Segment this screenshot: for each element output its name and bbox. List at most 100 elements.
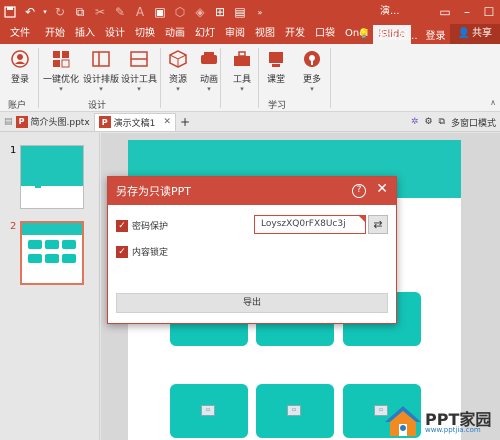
- doc-tab-presentation1[interactable]: P 演示文稿1 ✕: [93, 112, 176, 131]
- settings-icon[interactable]: ⚙: [424, 117, 432, 127]
- dialog-header: 另存为只读PPT ? ✕: [108, 177, 396, 205]
- grid-icon[interactable]: ⊞: [210, 0, 230, 24]
- group-divider: [330, 48, 331, 108]
- document-tabs: ▤ P 简介头图.pptx P 演示文稿1 ✕ + ✲ ⚙ ⧉ 多窗口模式: [0, 112, 500, 132]
- shape-dropdown-icon[interactable]: ◈: [190, 0, 210, 24]
- copy-icon[interactable]: ⧉: [70, 0, 90, 24]
- presenter-icon[interactable]: ▤: [230, 0, 250, 24]
- password-protect-option[interactable]: ✓ 密码保护: [116, 219, 168, 232]
- layout-icon: [90, 48, 112, 70]
- group-label-learn: 学习: [268, 101, 287, 111]
- slide-thumbnail-panel: 1 2: [0, 133, 100, 440]
- cut-icon[interactable]: ✂: [90, 0, 110, 24]
- collapse-ribbon-icon[interactable]: ∧: [490, 98, 496, 107]
- redo-icon[interactable]: ↻: [50, 0, 70, 24]
- maximize-icon[interactable]: ☐: [478, 0, 500, 24]
- shapes-icon[interactable]: ⬡: [170, 0, 190, 24]
- house-logo-icon: [385, 406, 421, 436]
- password-protect-checkbox[interactable]: ✓: [116, 219, 128, 232]
- thumb-pointer: [35, 184, 41, 188]
- thumb-card: [62, 240, 76, 249]
- tools-grid-icon: [128, 48, 150, 70]
- tab-review[interactable]: 审阅: [220, 24, 250, 44]
- window-title: 演...: [380, 6, 400, 17]
- thumb-card: [28, 240, 42, 249]
- tab-view[interactable]: 视图: [250, 24, 280, 44]
- font-color-icon[interactable]: A: [130, 0, 150, 24]
- regenerate-password-button[interactable]: ⇄: [368, 215, 388, 234]
- fill-icon[interactable]: ▣: [150, 0, 170, 24]
- more-icon: [301, 48, 323, 70]
- ribbon-panel: 登录 账户 一键优化 ▾ 设计排版 ▾ 设计工具 ▾ 设计 资源 ▾ 动画 ▾ …: [0, 44, 500, 112]
- undo-dropdown-icon[interactable]: ▾: [40, 0, 50, 24]
- thumb-card: [45, 254, 59, 263]
- chevron-down-icon: ▾: [310, 85, 314, 93]
- group-label-design: 设计: [88, 101, 107, 111]
- group-divider: [220, 48, 221, 108]
- thumb-header: [22, 223, 82, 235]
- share-button[interactable]: 👤 共享: [449, 24, 500, 44]
- password-field[interactable]: LoyszXQ0rFX8Uc3j: [254, 215, 366, 234]
- field-corner-marker: [359, 216, 365, 222]
- close-icon[interactable]: ✕: [376, 181, 388, 197]
- pen-icon[interactable]: ✎: [110, 0, 130, 24]
- login-link[interactable]: 登录: [422, 27, 450, 42]
- more-button[interactable]: 更多 ▾: [292, 46, 332, 96]
- tab-design[interactable]: 设计: [100, 24, 130, 44]
- tab-developer[interactable]: 开发: [280, 24, 310, 44]
- multi-window-mode-button[interactable]: 多窗口模式: [451, 116, 496, 129]
- content-lock-checkbox[interactable]: ✓: [116, 245, 128, 258]
- minimize-icon[interactable]: –: [456, 0, 478, 24]
- pin-icon[interactable]: ✲: [411, 117, 419, 127]
- tab-slideshow[interactable]: 幻灯: [190, 24, 220, 44]
- toolbox-icon: [231, 48, 253, 70]
- one-click-optimize-button[interactable]: 一键优化 ▾: [41, 46, 81, 96]
- design-layout-button[interactable]: 设计排版 ▾: [81, 46, 121, 96]
- tab-file[interactable]: 文件: [0, 24, 40, 44]
- title-bar: ↶ ▾ ↻ ⧉ ✂ ✎ A ▣ ⬡ ◈ ⊞ ▤ » 演... ▭ – ☐: [0, 0, 500, 24]
- animation-icon: [198, 48, 220, 70]
- classroom-button[interactable]: 课堂: [256, 46, 296, 96]
- tab-insert[interactable]: 插入: [70, 24, 100, 44]
- export-button[interactable]: 导出: [116, 293, 388, 313]
- content-lock-option[interactable]: ✓ 内容锁定: [116, 245, 168, 258]
- tab-transitions[interactable]: 切换: [130, 24, 160, 44]
- design-tools-button[interactable]: 设计工具 ▾: [119, 46, 159, 96]
- save-icon[interactable]: [0, 0, 20, 24]
- dialog-title: 另存为只读PPT: [116, 185, 191, 198]
- close-tab-icon[interactable]: ✕: [163, 117, 171, 127]
- image-placeholder-icon: ▭: [201, 405, 215, 416]
- slide-number: 2: [10, 221, 17, 232]
- thumb-header: [21, 146, 83, 186]
- chevron-down-icon: ▾: [59, 85, 63, 93]
- slide-card[interactable]: ▭: [256, 384, 334, 438]
- grid-layout-icon: [50, 48, 72, 70]
- slide-thumbnail-2[interactable]: [20, 221, 84, 285]
- tell-me-search[interactable]: 告诉我...: [374, 27, 422, 42]
- doc-tab-intro[interactable]: ▤ P 简介头图.pptx: [0, 113, 94, 131]
- chevron-down-icon: ▾: [99, 85, 103, 93]
- login-button[interactable]: 登录: [0, 46, 40, 96]
- new-tab-button[interactable]: +: [176, 113, 194, 131]
- group-divider: [38, 48, 39, 108]
- customize-qat-icon[interactable]: »: [250, 0, 270, 24]
- ribbon-display-icon[interactable]: ▭: [434, 0, 456, 24]
- watermark-url: www.pptjia.com: [425, 426, 481, 434]
- tell-me-icon[interactable]: 💡: [354, 29, 374, 40]
- multi-window-icon: ⧉: [438, 117, 445, 127]
- help-icon[interactable]: ?: [352, 184, 366, 198]
- thumb-card: [45, 240, 59, 249]
- person-icon: 👤: [457, 28, 470, 39]
- image-placeholder-icon: ▭: [287, 405, 301, 416]
- pptx-file-icon: P: [98, 116, 111, 128]
- slide-card[interactable]: ▭: [170, 384, 248, 438]
- save-as-readonly-dialog: 另存为只读PPT ? ✕ ✓ 密码保护 LoyszXQ0rFX8Uc3j ⇄ ✓…: [107, 176, 397, 324]
- slide-thumbnail-1[interactable]: [20, 145, 84, 209]
- undo-icon[interactable]: ↶: [20, 0, 40, 24]
- thumb-card: [28, 254, 42, 263]
- classroom-icon: [265, 48, 287, 70]
- group-label-account: 账户: [8, 101, 27, 111]
- tab-home[interactable]: 开始: [40, 24, 70, 44]
- tab-pocket[interactable]: 口袋: [310, 24, 340, 44]
- tab-animations[interactable]: 动画: [160, 24, 190, 44]
